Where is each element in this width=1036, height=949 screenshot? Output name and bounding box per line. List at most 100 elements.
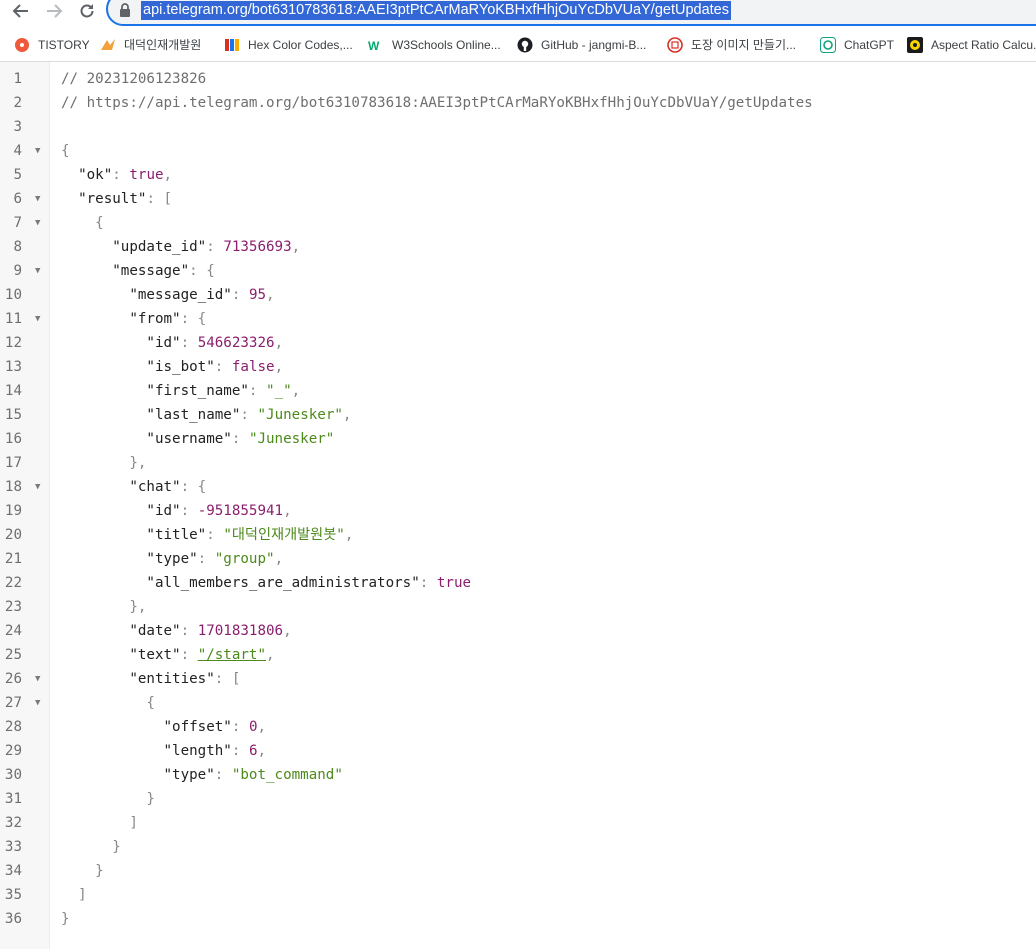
- fold-toggle-icon[interactable]: ▼: [35, 307, 40, 331]
- code-text: "offset": 0,: [61, 715, 267, 739]
- stamp-icon: [667, 37, 683, 53]
- code-text: {: [61, 211, 104, 235]
- code-text: "update_id": 71356693,: [61, 235, 300, 259]
- code-token[interactable]: "/start": [198, 647, 266, 663]
- hex-color-icon: [224, 37, 240, 53]
- bookmark-hex-color[interactable]: Hex Color Codes,...: [224, 35, 353, 55]
- line-number: 33: [4, 839, 22, 855]
- code-line: 31 }: [0, 787, 1036, 811]
- fold-toggle-icon[interactable]: ▼: [35, 187, 40, 211]
- code-line: 34 }: [0, 859, 1036, 883]
- code-line: 14 "first_name": "_",: [0, 379, 1036, 403]
- code-token: ,: [283, 503, 292, 519]
- code-token: "is_bot": [146, 359, 215, 375]
- code-token: "username": [146, 431, 232, 447]
- code-token: : {: [180, 479, 207, 495]
- code-text: "all_members_are_administrators": true: [61, 571, 471, 595]
- bookmark-chatgpt[interactable]: ChatGPT: [820, 35, 894, 55]
- code-token: "bot_command": [231, 767, 343, 783]
- code-text: "from": {: [61, 307, 206, 331]
- reload-button[interactable]: [76, 0, 98, 22]
- code-text: },: [61, 451, 146, 475]
- code-text: "date": 1701831806,: [61, 619, 291, 643]
- code-token: // https://api.telegram.org/bot631078361…: [61, 95, 813, 111]
- lock-icon[interactable]: [119, 3, 133, 19]
- code-token: "title": [146, 527, 207, 543]
- code-token: ]: [78, 887, 87, 903]
- code-line: 9 ▼ "message": {: [0, 259, 1036, 283]
- w3schools-icon: W: [368, 37, 384, 53]
- fold-toggle-icon[interactable]: ▼: [35, 475, 40, 499]
- line-number: 12: [4, 335, 22, 351]
- code-token: "id": [146, 335, 181, 351]
- code-line: 5 "ok": true,: [0, 163, 1036, 187]
- bookmark-ddit[interactable]: 대덕인재개발원: [100, 35, 201, 55]
- code-text: // 20231206123826: [61, 67, 206, 91]
- code-token: }: [146, 791, 155, 807]
- code-line: 26 ▼ "entities": [: [0, 667, 1036, 691]
- code-token: "update_id": [112, 239, 207, 255]
- forward-button[interactable]: [43, 0, 65, 22]
- line-number: 32: [4, 815, 22, 831]
- code-line: 8 "update_id": 71356693,: [0, 235, 1036, 259]
- fold-toggle-icon[interactable]: ▼: [35, 211, 40, 235]
- code-token: "Junesker": [257, 407, 343, 423]
- code-token: true: [436, 575, 472, 591]
- code-token: ,: [342, 407, 352, 423]
- code-token: 1701831806: [197, 623, 284, 639]
- code-line: 1 // 20231206123826: [0, 67, 1036, 91]
- back-button[interactable]: [10, 0, 32, 22]
- bookmark-stamp[interactable]: 도장 이미지 만들기...: [667, 35, 796, 55]
- reload-icon: [78, 2, 96, 20]
- code-line: 27 ▼ {: [0, 691, 1036, 715]
- code-line: 17 },: [0, 451, 1036, 475]
- line-number: 20: [4, 527, 22, 543]
- code-token: }: [112, 839, 121, 855]
- svg-text:W: W: [368, 39, 380, 53]
- code-text: "title": "대덕인재개발원봇",: [61, 523, 353, 547]
- bookmark-w3schools[interactable]: W W3Schools Online...: [368, 35, 501, 55]
- fold-toggle-icon[interactable]: ▼: [35, 691, 40, 715]
- bookmark-github[interactable]: GitHub - jangmi-B...: [517, 35, 646, 55]
- line-number: 11: [4, 311, 22, 327]
- bookmark-tistory[interactable]: TISTORY: [14, 35, 90, 55]
- code-text: "ok": true,: [61, 163, 172, 187]
- code-token: :: [231, 719, 249, 735]
- code-text: "message_id": 95,: [61, 283, 274, 307]
- code-token: ]: [129, 815, 138, 831]
- code-token: "last_name": [146, 407, 241, 423]
- line-number: 5: [13, 167, 22, 183]
- code-line: 36}: [0, 907, 1036, 931]
- code-token: 71356693: [223, 239, 292, 255]
- code-token: "type": [146, 551, 198, 567]
- code-line: 35 ]: [0, 883, 1036, 907]
- fold-toggle-icon[interactable]: ▼: [35, 667, 40, 691]
- code-token: :: [231, 431, 249, 447]
- code-text: },: [61, 595, 146, 619]
- line-number: 36: [4, 911, 22, 927]
- line-number: 17: [4, 455, 22, 471]
- code-token: : [: [146, 191, 173, 207]
- url-text[interactable]: api.telegram.org/bot6310783618:AAEI3ptPt…: [141, 1, 731, 20]
- tistory-icon: [14, 37, 30, 53]
- code-token: "offset": [163, 719, 232, 735]
- bookmark-aspect-ratio[interactable]: Aspect Ratio Calcu...: [907, 35, 1036, 55]
- fold-toggle-icon[interactable]: ▼: [35, 259, 40, 283]
- code-text: }: [61, 859, 104, 883]
- code-token: "date": [129, 623, 181, 639]
- fold-toggle-icon[interactable]: ▼: [35, 139, 40, 163]
- code-text: "username": "Junesker": [61, 427, 334, 451]
- line-number: 9: [13, 263, 22, 279]
- code-line: 16 "username": "Junesker": [0, 427, 1036, 451]
- code-token: "chat": [129, 479, 181, 495]
- code-text: "entities": [: [61, 667, 240, 691]
